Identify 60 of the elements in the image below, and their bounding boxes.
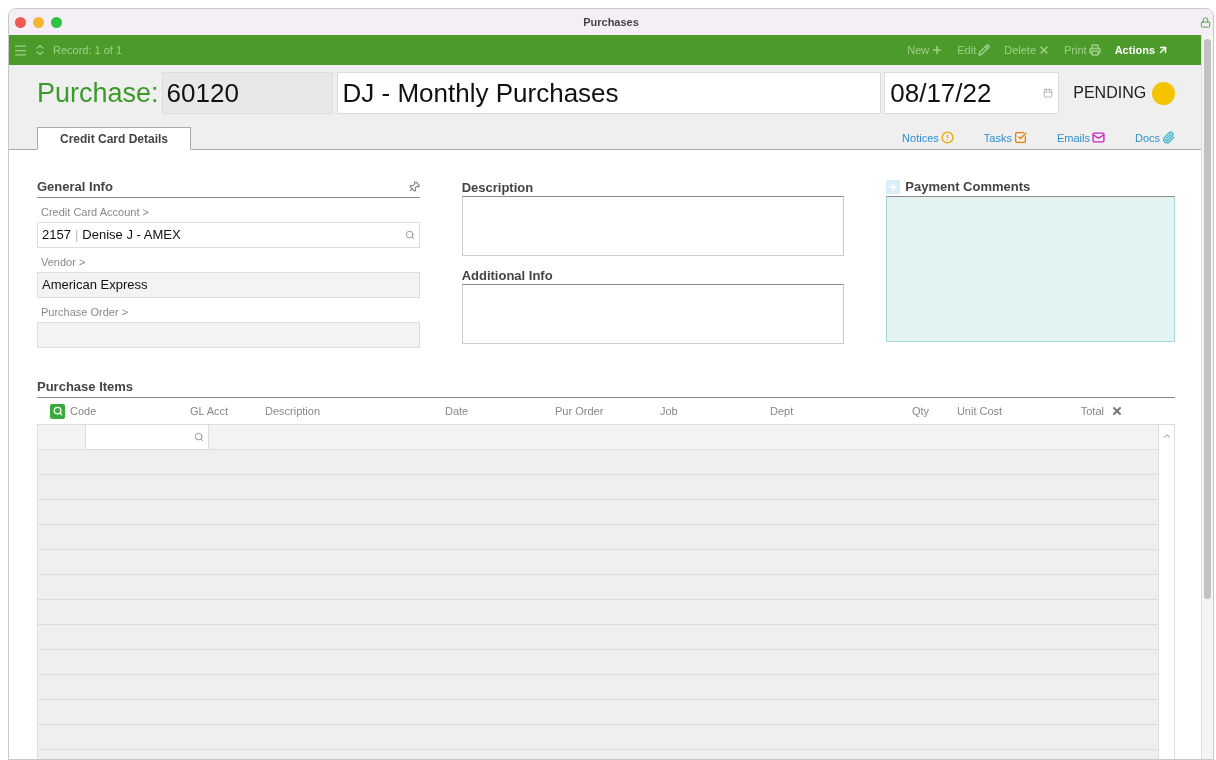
zoom-button[interactable]	[51, 16, 62, 28]
description-field[interactable]	[461, 196, 845, 256]
column-header: Pur Order	[554, 403, 605, 419]
link[interactable]: Notices	[902, 129, 939, 146]
minimize-button[interactable]	[33, 16, 44, 28]
close-button[interactable]	[15, 16, 26, 28]
section-title: Description	[461, 179, 535, 196]
additional-info-field[interactable]	[461, 284, 845, 344]
toolbar-button[interactable]: Actions	[1114, 41, 1169, 59]
record-number-field: 60120	[161, 72, 333, 114]
column-header: GL Acct	[189, 403, 230, 419]
table-scrollbar[interactable]	[1159, 424, 1175, 759]
field-label[interactable]: Credit Card Account >	[37, 204, 420, 219]
separator: |	[74, 226, 79, 245]
code-input-field[interactable]	[86, 425, 209, 449]
readonly-field: American Express	[37, 272, 420, 298]
checkbox-icon[interactable]	[1013, 131, 1027, 145]
record-counter: Record: 1 of 1	[53, 42, 123, 58]
link[interactable]: Tasks	[983, 129, 1012, 146]
pencil-icon	[978, 44, 991, 56]
menu-icon[interactable]	[13, 42, 28, 58]
payment-comments-field[interactable]	[886, 196, 1175, 342]
column-header: Unit Cost	[955, 403, 1004, 419]
printer-icon	[1088, 44, 1101, 56]
envelope-icon[interactable]	[1091, 131, 1105, 145]
arrow-icon	[1157, 44, 1169, 56]
field-label[interactable]: Vendor >	[37, 254, 420, 269]
plus-icon	[931, 44, 944, 56]
search-icon[interactable]	[194, 432, 204, 442]
lookup-field[interactable]: 2157 | Denise J - AMEX	[37, 222, 420, 248]
calendar-icon[interactable]	[1043, 88, 1054, 98]
search-icon[interactable]	[404, 230, 415, 240]
column-header: Total	[1079, 403, 1105, 419]
name-field[interactable]: DJ - Monthly Purchases	[336, 72, 882, 114]
tab[interactable]: Credit Card Details	[37, 127, 192, 150]
column-header: Description	[264, 403, 322, 419]
section-title: Payment Comments	[905, 178, 1031, 197]
section-title: General Info	[37, 177, 113, 196]
link[interactable]: Docs	[1134, 129, 1160, 146]
column-header: Job	[659, 403, 679, 419]
plus-icon[interactable]	[886, 180, 901, 194]
record-label: Purchase:	[37, 76, 159, 110]
section-title: Purchase Items	[37, 377, 134, 396]
section-title: Additional Info	[461, 267, 554, 284]
notice-icon[interactable]	[940, 131, 954, 145]
close-icon[interactable]	[1111, 405, 1123, 417]
status-text: PENDING	[1073, 83, 1147, 103]
column-header: Qty	[910, 403, 930, 419]
window-scrollbar[interactable]	[1201, 35, 1213, 759]
column-header: Code	[69, 403, 98, 419]
field-label[interactable]: Purchase Order >	[37, 304, 420, 319]
search-button[interactable]	[50, 403, 65, 419]
date-field[interactable]: 08/17/22	[884, 72, 1060, 114]
link[interactable]: Emails	[1056, 129, 1090, 146]
paperclip-icon[interactable]	[1162, 131, 1175, 145]
column-header: Date	[444, 403, 470, 419]
x-icon	[1038, 44, 1051, 56]
lock-icon	[1200, 16, 1211, 28]
column-header: Dept	[769, 403, 795, 419]
window-title: Purchases	[583, 14, 639, 30]
